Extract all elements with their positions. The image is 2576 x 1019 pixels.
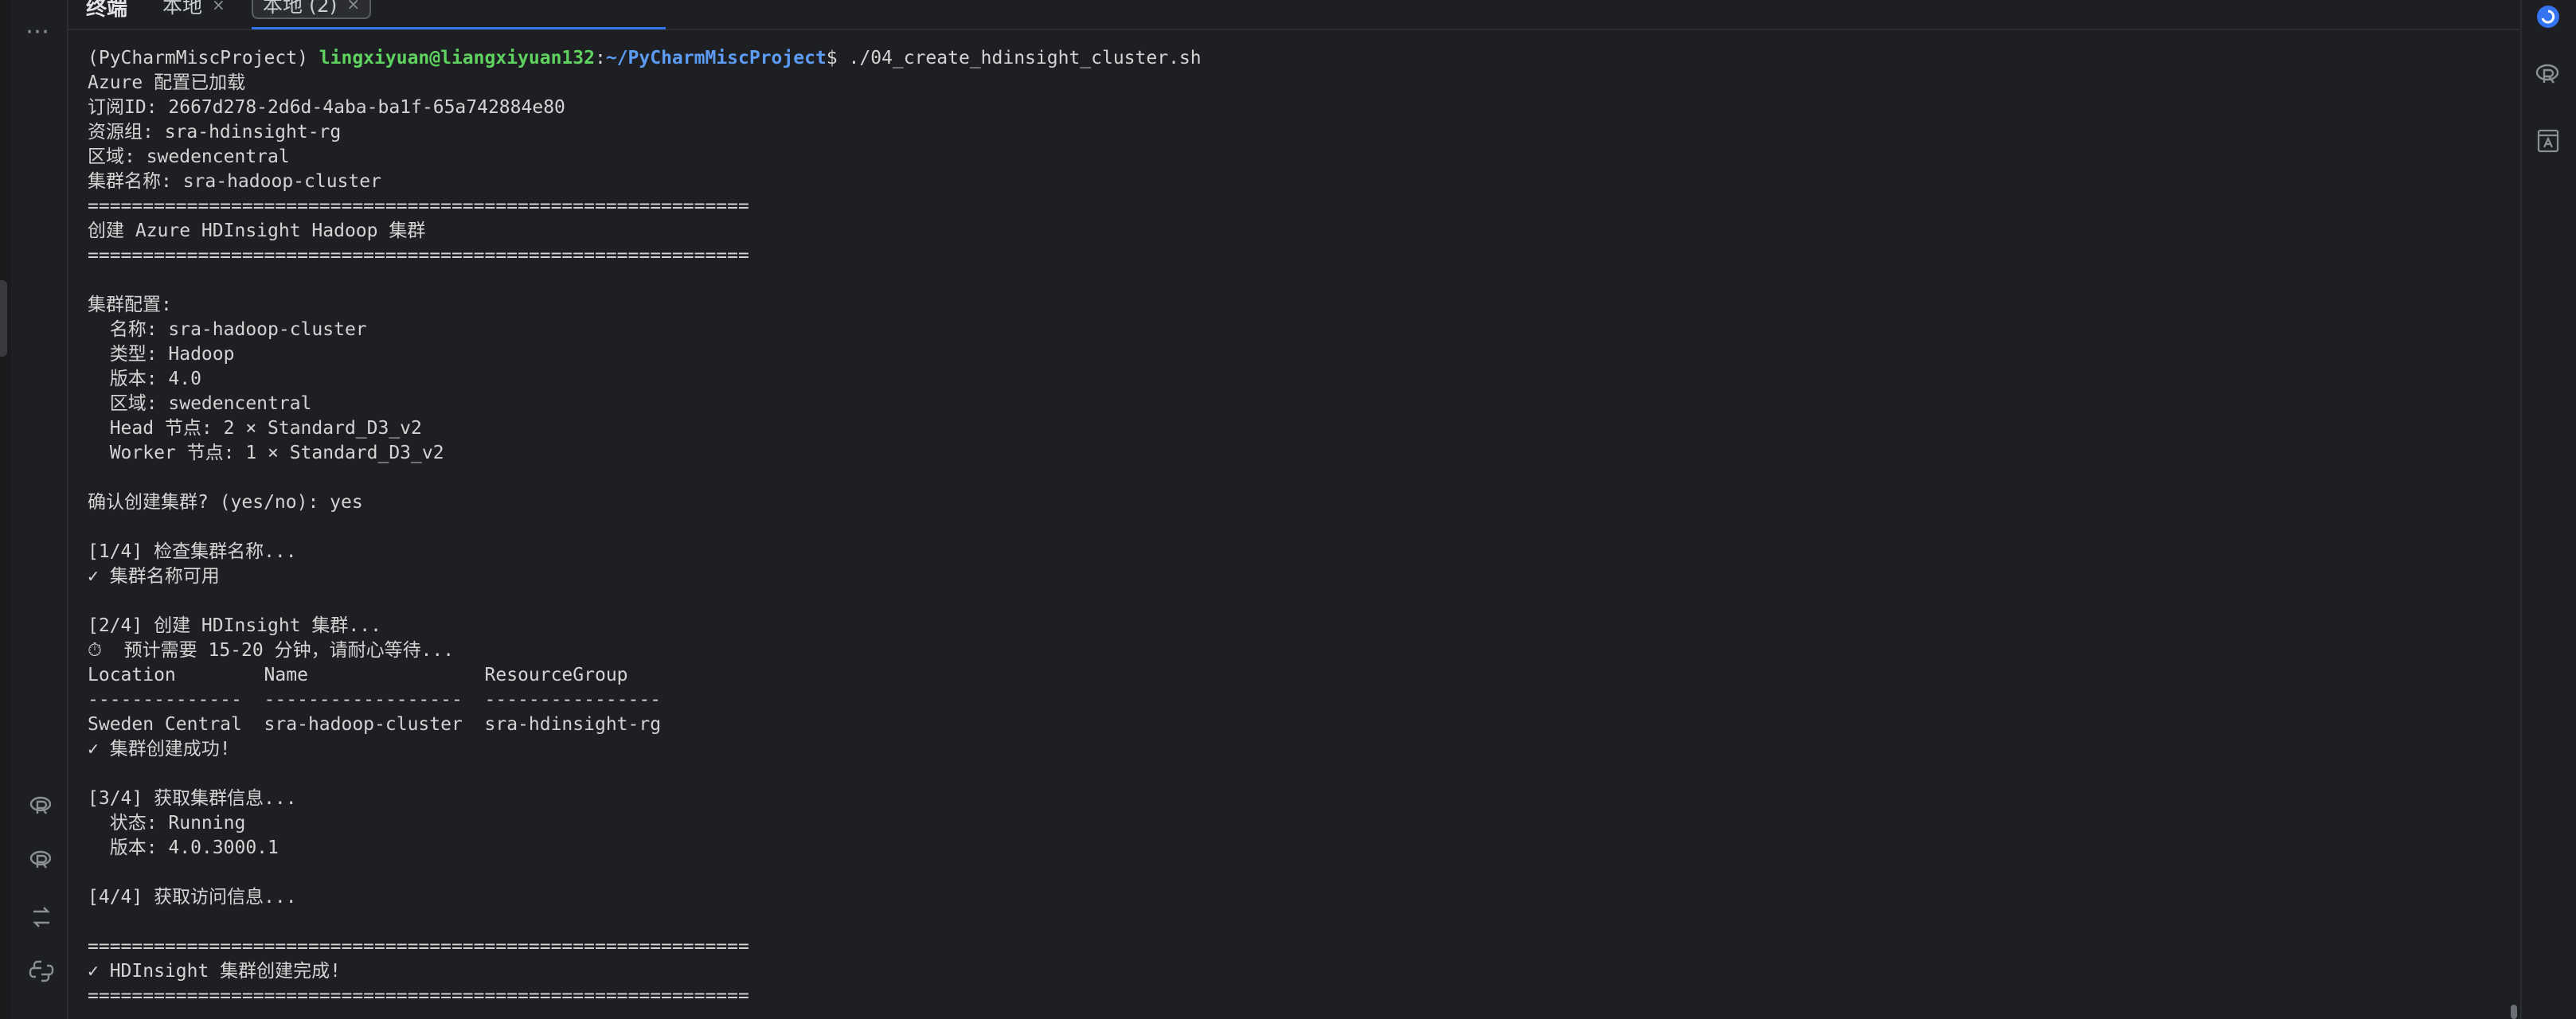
active-tab-indicator <box>252 27 666 29</box>
terminal-line: ========================================… <box>88 986 749 1006</box>
terminal-line: 区域: swedencentral <box>88 393 312 414</box>
terminal-line: Worker 节点: 1 × Standard_D3_v2 <box>88 443 444 463</box>
prompt-env: (PyCharmMiscProject) <box>88 48 319 68</box>
r-console-icon-2[interactable] <box>29 847 54 873</box>
terminal-output[interactable]: (PyCharmMiscProject) lingxiyuan@liangxiy… <box>88 46 2476 1019</box>
terminal-line: ✓ HDInsight 集群创建完成! <box>88 961 342 982</box>
tab-local-2[interactable]: 本地 (2) × <box>252 0 372 19</box>
tab-label: 本地 <box>162 0 203 18</box>
terminal-line: ========================================… <box>88 196 749 217</box>
prompt-command: ./04_create_hdinsight_cluster.sh <box>848 48 1202 68</box>
prompt-path: ~/PyCharmMiscProject <box>605 48 827 68</box>
terminal-line: ========================================… <box>88 936 749 957</box>
python-console-icon[interactable] <box>29 958 54 984</box>
prompt-line: (PyCharmMiscProject) lingxiyuan@liangxiy… <box>88 46 2476 71</box>
r-console-icon[interactable] <box>29 793 54 818</box>
edge-marker <box>0 280 7 357</box>
close-icon[interactable]: × <box>212 0 225 14</box>
ai-assistant-icon[interactable] <box>2535 3 2562 30</box>
right-tool-strip <box>2520 0 2576 1019</box>
tab-label: 本地 (2) <box>263 0 338 17</box>
terminal-line: ========================================… <box>88 245 749 266</box>
terminal-lines: Azure 配置已加载订阅ID: 2667d278-2d6d-4aba-ba1f… <box>88 71 2476 1009</box>
terminal-line: 集群配置: <box>88 295 172 315</box>
git-branches-icon[interactable] <box>29 904 54 930</box>
close-icon[interactable]: × <box>346 0 360 14</box>
terminal-line: 版本: 4.0 <box>88 369 201 389</box>
terminal-line: 集群名称: sra-hadoop-cluster <box>88 171 381 192</box>
terminal-line: 状态: Running <box>88 813 246 834</box>
terminal-line: 版本: 4.0.3000.1 <box>88 837 279 858</box>
terminal-line: ✓ 集群名称可用 <box>88 566 220 587</box>
terminal-line: Location Name ResourceGroup <box>88 665 628 685</box>
terminal-line: 确认创建集群? (yes/no): yes <box>88 492 363 513</box>
terminal-line: 订阅ID: 2667d278-2d6d-4aba-ba1f-65a742884e… <box>88 97 565 118</box>
terminal-line: ✓ 集群创建成功! <box>88 739 231 759</box>
text-translate-icon[interactable] <box>2535 127 2562 154</box>
terminal-line: Sweden Central sra-hadoop-cluster sra-hd… <box>88 714 662 735</box>
terminal-line: [1/4] 检查集群名称... <box>88 541 297 562</box>
terminal-line: Head 节点: 2 × Standard_D3_v2 <box>88 418 422 439</box>
terminal-line: ⏱ 预计需要 15-20 分钟，请耐心等待... <box>88 640 455 661</box>
terminal-line: [2/4] 创建 HDInsight 集群... <box>88 615 381 636</box>
window-edge <box>0 0 11 1019</box>
panel-title: 终端 <box>86 0 128 21</box>
terminal-line: [4/4] 获取访问信息... <box>88 887 297 908</box>
r-icon[interactable] <box>2535 61 2562 88</box>
terminal-line: 区域: swedencentral <box>88 146 290 167</box>
terminal-line: [3/4] 获取集群信息... <box>88 788 297 809</box>
terminal-line: 资源组: sra-hdinsight-rg <box>88 122 342 143</box>
terminal-line: 类型: Hadoop <box>88 344 235 365</box>
terminal-line: Azure 配置已加载 <box>88 72 246 93</box>
terminal-scrollbar[interactable] <box>2511 1005 2517 1019</box>
terminal-line: 创建 Azure HDInsight Hadoop 集群 <box>88 221 426 241</box>
terminal-line: 名称: sra-hadoop-cluster <box>88 319 367 340</box>
left-tool-strip: ⋯ <box>11 0 68 1019</box>
more-tools-icon[interactable]: ⋯ <box>25 18 50 45</box>
ide-window: ⋯ 终端 本地 × 本地 (2) × (PyCharmMiscProject) … <box>0 0 2576 1019</box>
terminal-line: -------------- ------------------ ------… <box>88 689 662 710</box>
tab-local[interactable]: 本地 × <box>153 0 235 19</box>
prompt-dollar: $ <box>826 48 849 68</box>
prompt-separator: : <box>594 48 606 68</box>
terminal-tab-bar: 终端 本地 × 本地 (2) × <box>68 0 2520 30</box>
prompt-user: lingxiyuan@liangxiyuan132 <box>319 48 595 68</box>
